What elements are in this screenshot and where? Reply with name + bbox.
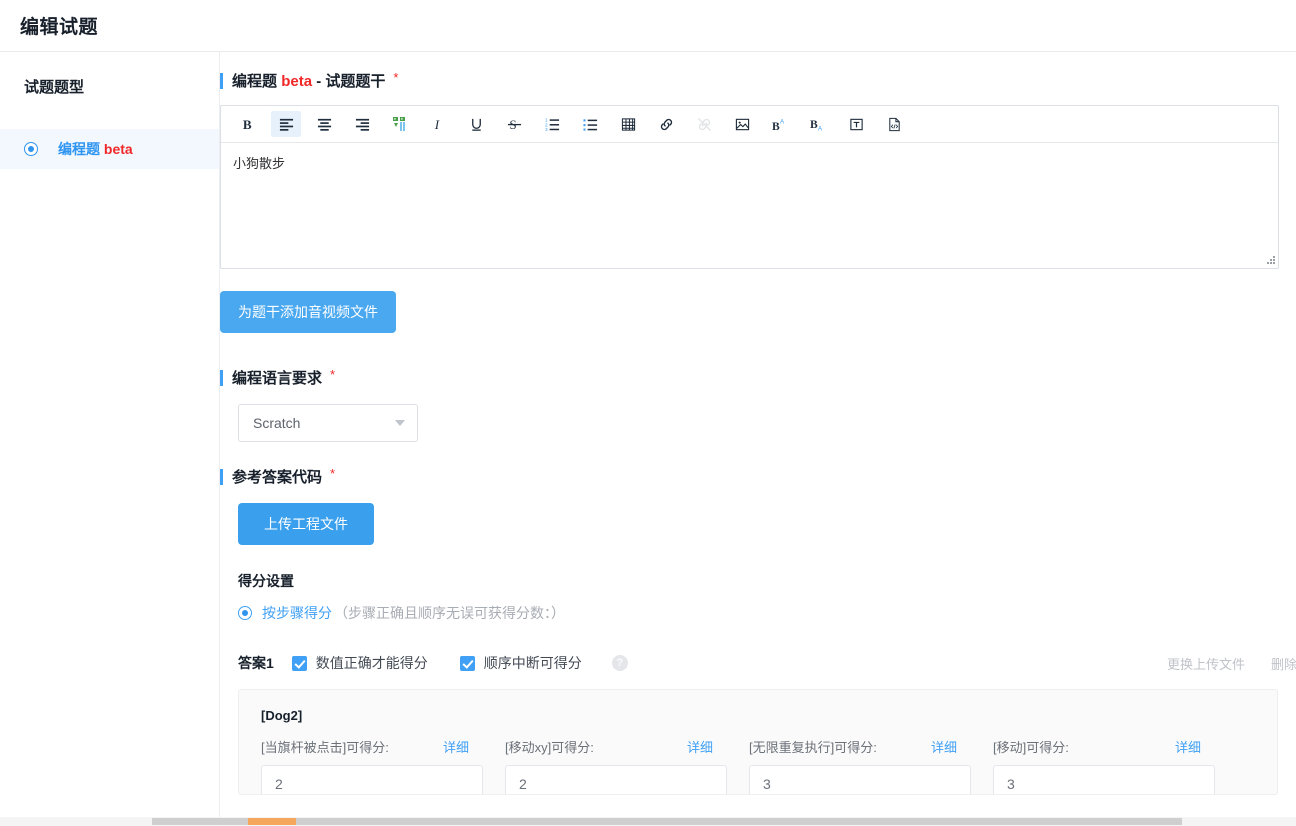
italic-icon[interactable]: I: [423, 111, 453, 137]
editor-toolbar: B I S 1 2 3 B A B A: [221, 106, 1278, 143]
horizontal-scrollbar[interactable]: [0, 817, 1296, 826]
add-media-button[interactable]: 为题干添加音视频文件: [220, 291, 396, 333]
answer-block-header: 答案1 数值正确才能得分 顺序中断可得分 ? 更换上传文件 删除: [238, 653, 1296, 673]
image-icon[interactable]: [727, 111, 757, 137]
upload-project-button[interactable]: 上传工程文件: [238, 503, 374, 545]
checkbox-order-break[interactable]: 顺序中断可得分: [459, 653, 582, 673]
score-column-head: [移动xy]可得分: 详细: [505, 737, 727, 756]
score-input[interactable]: [993, 765, 1215, 794]
superscript-icon[interactable]: BA: [765, 111, 795, 137]
score-column: [移动]可得分: 详细: [993, 737, 1215, 794]
score-column-head: [移动]可得分: 详细: [993, 737, 1215, 756]
score-column-label: [无限重复执行]可得分:: [749, 740, 877, 755]
required-asterisk: *: [393, 70, 399, 85]
help-icon[interactable]: ?: [611, 655, 628, 671]
score-column-head: [无限重复执行]可得分: 详细: [749, 737, 971, 756]
stem-beta-badge: beta: [281, 73, 313, 90]
score-column-head: [当旗杆被点击]可得分: 详细: [261, 737, 483, 756]
score-column-label: [移动]可得分:: [993, 740, 1069, 755]
editor-content[interactable]: 小狗散步: [221, 143, 1278, 269]
score-columns: [当旗杆被点击]可得分: 详细 [移动xy]可得分: 详细 [无限重复执行]可得…: [261, 737, 1255, 794]
align-left-icon[interactable]: [271, 111, 301, 137]
checkbox-value-correct[interactable]: 数值正确才能得分: [291, 653, 428, 673]
answer-title: 答案1: [238, 655, 274, 671]
detail-link[interactable]: 详细: [931, 737, 957, 756]
strikethrough-icon[interactable]: S: [499, 111, 529, 137]
answer-code-title-text: 参考答案代码: [232, 469, 323, 486]
replace-upload-link[interactable]: 更换上传文件: [1167, 654, 1245, 673]
checkbox-checked-icon[interactable]: [291, 655, 307, 671]
align-center-icon[interactable]: [309, 111, 339, 137]
page-title: 编辑试题: [20, 17, 99, 38]
horizontal-scrollbar-thumb[interactable]: [152, 818, 1182, 825]
sprite-score-panel: [Dog2] [当旗杆被点击]可得分: 详细 [移动xy]可得分: 详细: [238, 689, 1278, 795]
rich-text-editor[interactable]: B I S 1 2 3 B A B A 小狗散步: [220, 105, 1279, 269]
checkbox-value-correct-label: 数值正确才能得分: [315, 655, 428, 671]
svg-text:B: B: [810, 119, 818, 131]
subscript-icon[interactable]: BA: [803, 111, 833, 137]
radio-step-score-icon[interactable]: [238, 606, 252, 620]
detail-link[interactable]: 详细: [443, 737, 469, 756]
blockquote-icon[interactable]: [385, 111, 415, 137]
score-mode-label: 按步骤得分: [262, 605, 332, 621]
sidebar-item-programming[interactable]: 编程题 beta: [0, 129, 219, 169]
app-header: 编辑试题: [0, 0, 1296, 52]
score-column: [当旗杆被点击]可得分: 详细: [261, 737, 483, 794]
align-right-icon[interactable]: [347, 111, 377, 137]
language-section-title: 编程语言要求 *: [220, 367, 1278, 388]
svg-text:B: B: [772, 120, 780, 131]
sidebar-heading: 试题题型: [24, 79, 85, 96]
section-bar-icon: [220, 72, 223, 89]
required-asterisk: *: [330, 466, 336, 481]
ordered-list-icon[interactable]: 123: [537, 111, 567, 137]
score-mode-note: （步骤正确且顺序无误可获得分数：）: [334, 605, 565, 621]
svg-text:3: 3: [545, 127, 548, 132]
svg-text:I: I: [433, 117, 439, 132]
bold-icon[interactable]: B: [233, 111, 263, 137]
body-wrapper: 试题题型 编程题 beta 编程题 beta - 试题题干 * B I S 1 …: [0, 52, 1296, 826]
unordered-list-icon[interactable]: [575, 111, 605, 137]
sidebar: 试题题型 编程题 beta: [0, 52, 220, 826]
underline-icon[interactable]: [461, 111, 491, 137]
score-column: [无限重复执行]可得分: 详细: [749, 737, 971, 794]
chevron-down-icon[interactable]: [395, 420, 405, 426]
stem-title-text: 编程题 beta - 试题题干: [232, 73, 386, 90]
score-input[interactable]: [261, 765, 483, 794]
svg-text:A: A: [818, 125, 823, 131]
score-column-label: [移动xy]可得分:: [505, 740, 594, 755]
textbox-icon[interactable]: [841, 111, 871, 137]
link-icon[interactable]: [651, 111, 681, 137]
horizontal-scrollbar-accent[interactable]: [248, 818, 296, 825]
radio-selected-icon[interactable]: [24, 142, 38, 156]
detail-link[interactable]: 详细: [1175, 737, 1201, 756]
beta-badge: beta: [103, 141, 133, 157]
detail-link[interactable]: 详细: [687, 737, 713, 756]
table-icon[interactable]: [613, 111, 643, 137]
section-bar-icon: [220, 369, 223, 386]
editor-resize-handle[interactable]: [1264, 254, 1276, 266]
language-select[interactable]: Scratch: [238, 404, 418, 442]
sprite-name: [Dog2]: [261, 708, 303, 723]
score-settings-heading: 得分设置: [238, 573, 294, 589]
required-asterisk: *: [330, 367, 336, 382]
checkbox-order-break-label: 顺序中断可得分: [483, 655, 582, 671]
score-column: [移动xy]可得分: 详细: [505, 737, 727, 794]
section-bar-icon: [220, 468, 223, 485]
score-column-label: [当旗杆被点击]可得分:: [261, 740, 389, 755]
language-title-text: 编程语言要求: [232, 370, 323, 387]
checkbox-checked-icon[interactable]: [459, 655, 475, 671]
main-content: 编程题 beta - 试题题干 * B I S 1 2 3 B A B A 小狗…: [220, 52, 1296, 826]
svg-text:B: B: [242, 117, 251, 132]
language-select-value: Scratch: [253, 415, 301, 431]
sidebar-item-label: 编程题 beta: [58, 141, 133, 157]
score-mode-radio-row[interactable]: 按步骤得分 （步骤正确且顺序无误可获得分数：）: [238, 603, 1278, 623]
svg-text:A: A: [780, 118, 785, 125]
score-input[interactable]: [749, 765, 971, 794]
source-code-icon[interactable]: [879, 111, 909, 137]
delete-link[interactable]: 删除: [1271, 654, 1296, 673]
stem-section-title: 编程题 beta - 试题题干 *: [220, 70, 1278, 91]
answer-code-section-title: 参考答案代码 *: [220, 466, 1278, 487]
score-input[interactable]: [505, 765, 727, 794]
unlink-icon: [689, 111, 719, 137]
